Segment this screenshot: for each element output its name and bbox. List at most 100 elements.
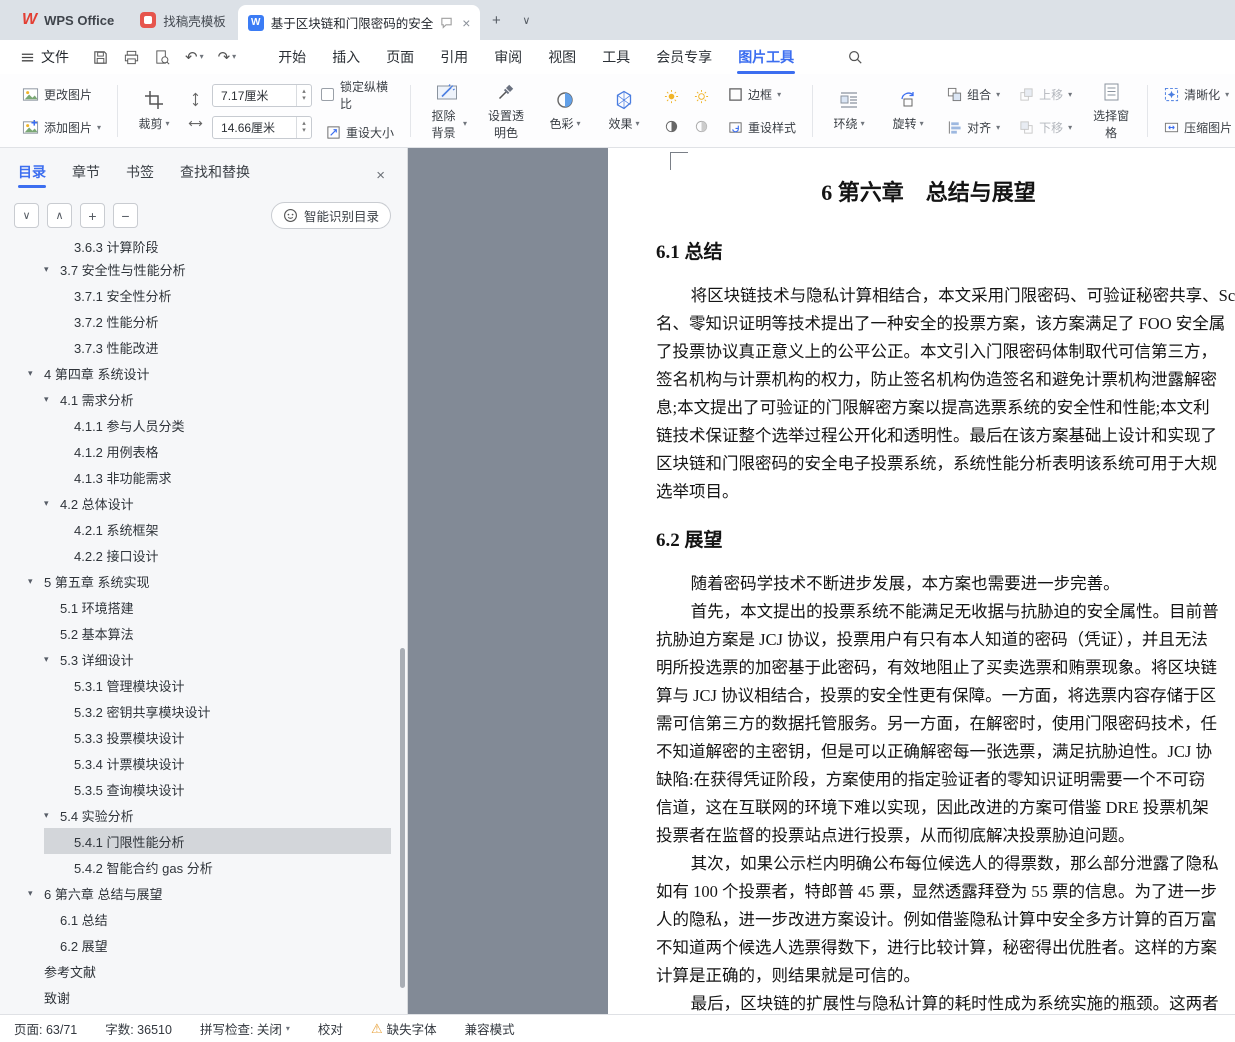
wrap-text-button[interactable]: 环绕 ▾ <box>824 88 874 134</box>
menu-tab[interactable]: 图片工具 <box>725 40 807 74</box>
expand-arrow-icon[interactable] <box>28 888 44 899</box>
toc-item[interactable]: 4.2.2 接口设计 <box>0 542 391 568</box>
spellcheck-status[interactable]: 拼写检查: 关闭 ▾ <box>200 1019 290 1038</box>
save-button[interactable] <box>87 45 114 70</box>
lock-aspect-ratio-checkbox[interactable]: 锁定纵横比 <box>321 78 399 112</box>
toc-item[interactable]: 5.3 详细设计 <box>0 646 391 672</box>
toc-item[interactable]: 4.2.1 系统框架 <box>0 516 391 542</box>
add-picture-button[interactable]: 添加图片 ▾ <box>17 116 106 140</box>
redo-button[interactable]: ↷ ▾ <box>213 44 242 70</box>
toc-item[interactable]: 参考文献 <box>0 958 391 984</box>
width-icon[interactable] <box>188 116 203 131</box>
increase-brightness-icon[interactable] <box>658 83 684 109</box>
search-icon[interactable] <box>843 45 867 69</box>
reset-size-button[interactable]: 重设大小 <box>321 121 399 145</box>
proofread-button[interactable]: 校对 <box>318 1019 343 1038</box>
comment-icon[interactable] <box>440 16 453 29</box>
toc-item[interactable]: 5.3.3 投票模块设计 <box>0 724 391 750</box>
toc-item[interactable]: 4.1.3 非功能需求 <box>0 464 391 490</box>
doc-tab-active[interactable]: W 基于区块链和门限密码的安全 × <box>237 5 481 40</box>
tab-toc[interactable]: 目录 <box>18 162 46 188</box>
toc-item[interactable]: 6.2 展望 <box>0 932 391 958</box>
toc-item[interactable]: 3.7.2 性能分析 <box>0 308 391 334</box>
menu-tab[interactable]: 页面 <box>373 40 427 74</box>
collapse-all-button[interactable]: ∨ <box>14 203 39 228</box>
toc-item[interactable]: 4.2 总体设计 <box>0 490 391 516</box>
toc-item[interactable]: 致谢 <box>0 984 391 1010</box>
height-stepper[interactable]: ▴ ▾ <box>296 84 311 106</box>
set-transparent-color-button[interactable]: 设置透明色 <box>481 80 531 143</box>
toc-item[interactable]: 3.7.1 安全性分析 <box>0 282 391 308</box>
doc-tab-template[interactable]: 找稿壳模板 <box>128 5 238 35</box>
sharpen-button[interactable]: 清晰化 ▾ <box>1159 83 1235 107</box>
page-indicator[interactable]: 页面: 63/71 <box>14 1019 77 1038</box>
toc-item[interactable]: 5.4.1 门限性能分析 <box>0 828 391 854</box>
bring-forward-button[interactable]: 上移 ▾ <box>1014 83 1077 107</box>
sidebar-scrollbar[interactable] <box>400 648 405 988</box>
color-button[interactable]: 色彩 ▾ <box>540 88 590 134</box>
change-picture-button[interactable]: 更改图片 <box>17 83 106 107</box>
toc-item[interactable]: 3.7.3 性能改进 <box>0 334 391 360</box>
zoom-in-button[interactable]: + <box>80 203 105 228</box>
width-stepper[interactable]: ▴ ▾ <box>296 116 311 138</box>
height-icon[interactable] <box>188 92 203 107</box>
menu-tab[interactable]: 插入 <box>319 40 373 74</box>
toc-item[interactable]: 5.3.2 密钥共享模块设计 <box>0 698 391 724</box>
effects-button[interactable]: 效果 ▾ <box>599 88 649 134</box>
toc-item[interactable]: 5.4 实验分析 <box>0 802 391 828</box>
compress-picture-button[interactable]: 压缩图片 <box>1159 116 1235 140</box>
menu-tab[interactable]: 审阅 <box>481 40 535 74</box>
tab-list-chevron-icon[interactable]: ∨ <box>514 8 538 32</box>
expand-arrow-icon[interactable] <box>44 264 60 275</box>
decrease-contrast-icon[interactable] <box>688 113 714 139</box>
zoom-out-button[interactable]: − <box>113 203 138 228</box>
menu-tab[interactable]: 视图 <box>535 40 589 74</box>
toc-item[interactable]: 4 第四章 系统设计 <box>0 360 391 386</box>
toc-item[interactable]: 4.1.2 用例表格 <box>0 438 391 464</box>
toc-item[interactable]: 6 第六章 总结与展望 <box>0 880 391 906</box>
expand-arrow-icon[interactable] <box>44 394 60 405</box>
group-button[interactable]: 组合 ▾ <box>942 83 1005 107</box>
toc-item[interactable]: 6.1 总结 <box>0 906 391 932</box>
undo-button[interactable]: ↶ ▾ <box>180 44 209 70</box>
remove-background-button[interactable]: 抠除背景 ▾ <box>422 80 472 143</box>
toc-item[interactable]: 3.6.3 计算阶段 <box>0 241 391 256</box>
expand-arrow-icon[interactable] <box>44 810 60 821</box>
expand-all-button[interactable]: ∧ <box>47 203 72 228</box>
increase-contrast-icon[interactable] <box>658 113 684 139</box>
height-input[interactable]: 7.17厘米 ▴ ▾ <box>212 83 313 107</box>
tab-chapters[interactable]: 章节 <box>72 162 100 188</box>
toc-item[interactable]: 5.3.5 查询模块设计 <box>0 776 391 802</box>
checkbox-icon[interactable] <box>321 88 335 101</box>
print-preview-button[interactable] <box>149 45 176 70</box>
toc-item[interactable]: 5.1 环境搭建 <box>0 594 391 620</box>
toc-item[interactable]: 4.1 需求分析 <box>0 386 391 412</box>
expand-arrow-icon[interactable] <box>44 498 60 509</box>
expand-arrow-icon[interactable] <box>44 654 60 665</box>
toc-item[interactable]: 3.7 安全性与性能分析 <box>0 256 391 282</box>
close-tab-icon[interactable]: × <box>462 15 470 31</box>
toc-item[interactable]: 5 第五章 系统实现 <box>0 568 391 594</box>
menu-tab[interactable]: 会员专享 <box>643 40 725 74</box>
missing-fonts-warning[interactable]: ⚠ 缺失字体 <box>371 1019 437 1038</box>
decrease-brightness-icon[interactable] <box>688 83 714 109</box>
crop-button[interactable]: 裁剪 ▾ <box>129 88 179 134</box>
reset-style-button[interactable]: 重设样式 <box>723 116 801 140</box>
file-menu-button[interactable]: 文件 <box>10 40 79 74</box>
toc-item[interactable]: 5.3.4 计票模块设计 <box>0 750 391 776</box>
word-count[interactable]: 字数: 36510 <box>105 1019 172 1038</box>
close-panel-icon[interactable]: × <box>370 165 391 186</box>
width-input[interactable]: 14.66厘米 ▴ ▾ <box>212 115 313 139</box>
redo-dropdown-icon[interactable]: ▾ <box>232 53 236 61</box>
document-page[interactable]: 6 第六章 总结与展望 6.1 总结 将区块链技术与隐私计算相结合，本文采用门限… <box>608 148 1235 1014</box>
print-button[interactable] <box>118 45 145 70</box>
rotate-button[interactable]: 旋转 ▾ <box>883 88 933 134</box>
document-area[interactable]: 6 第六章 总结与展望 6.1 总结 将区块链技术与隐私计算相结合，本文采用门限… <box>408 148 1235 1014</box>
expand-arrow-icon[interactable] <box>28 368 44 379</box>
smart-toc-button[interactable]: 智能识别目录 <box>270 202 391 229</box>
tab-find-replace[interactable]: 查找和替换 <box>180 162 250 188</box>
align-button[interactable]: 对齐 ▾ <box>942 116 1005 140</box>
new-tab-button[interactable]: + <box>484 8 508 32</box>
menu-tab[interactable]: 引用 <box>427 40 481 74</box>
undo-dropdown-icon[interactable]: ▾ <box>200 53 204 61</box>
